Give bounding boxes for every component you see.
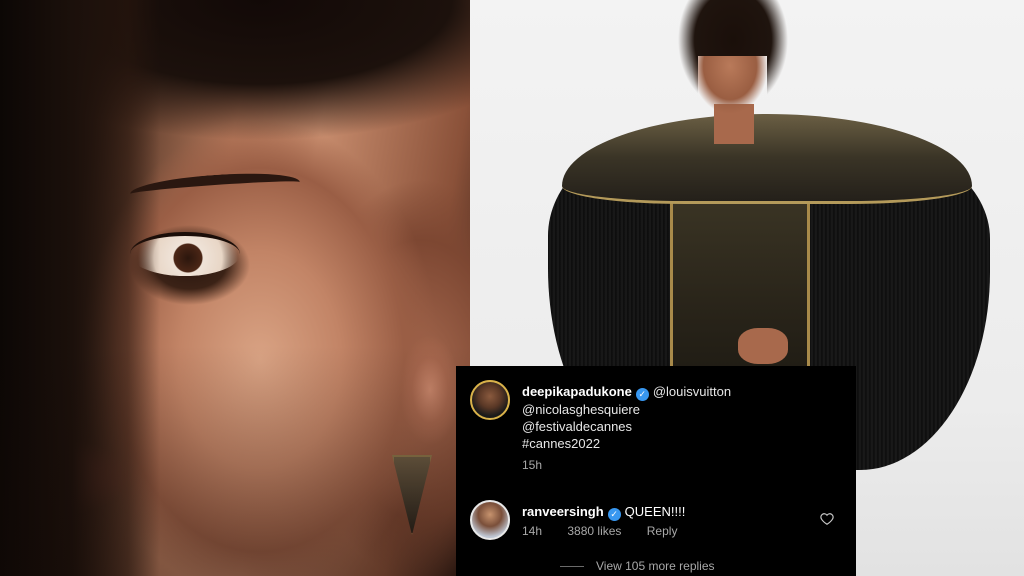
closeup-face-photo <box>0 0 470 576</box>
profile-avatar-with-story-ring[interactable] <box>470 380 510 420</box>
heart-outline-icon[interactable] <box>820 512 834 526</box>
verified-badge-icon: ✓ <box>635 388 649 401</box>
caption-mention[interactable]: @festivaldecannes <box>522 418 842 435</box>
divider-dash <box>560 566 584 568</box>
comment-meta: 14h 3880 likes Reply <box>522 524 699 538</box>
view-more-replies-link[interactable]: View 105 more replies <box>560 559 715 573</box>
instagram-comments-panel: deepikapadukone ✓ @louisvuitton @nicolasgh… <box>456 366 856 576</box>
commenter-username[interactable]: ranveersingh <box>522 504 604 519</box>
verified-badge-icon: ✓ <box>607 508 621 521</box>
comment-likes-count[interactable]: 3880 likes <box>567 524 621 538</box>
comment-text: QUEEN!!!! <box>624 504 686 519</box>
comment-body: ranveersingh ✓ QUEEN!!!! <box>522 503 685 521</box>
caption-mention[interactable]: @louisvuitton <box>653 384 731 399</box>
commenter-avatar[interactable] <box>470 500 510 540</box>
reply-button[interactable]: Reply <box>647 524 678 538</box>
caption-mention[interactable]: @nicolasghesquiere <box>522 401 842 418</box>
post-timestamp: 15h <box>522 458 543 472</box>
view-more-replies-label: View 105 more replies <box>596 559 715 573</box>
post-caption: deepikapadukone ✓ @louisvuitton @nicolasgh… <box>522 383 842 452</box>
post-author-username[interactable]: deepikapadukone <box>522 384 632 399</box>
hand <box>738 328 788 364</box>
caption-hashtag[interactable]: #cannes2022 <box>522 435 842 452</box>
photo-shade <box>0 0 470 576</box>
comment-timestamp: 14h <box>522 524 543 538</box>
